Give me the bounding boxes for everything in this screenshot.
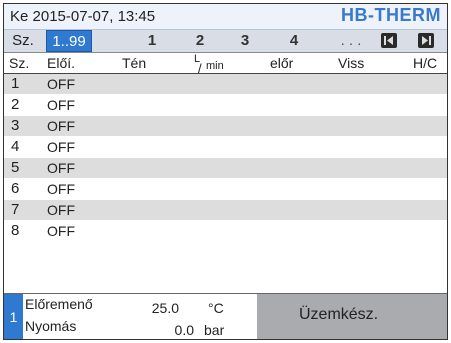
- table-row[interactable]: 6 OFF: [4, 179, 447, 200]
- controller-screen: Ke 2015-07-07, 13:45 HB-THERM Sz. 1..99 …: [3, 3, 448, 340]
- col-header-setpoint: Előí.: [47, 55, 76, 71]
- row-status: OFF: [47, 76, 75, 92]
- row-status: OFF: [47, 202, 75, 218]
- row-unit-number: 8: [11, 222, 20, 239]
- operating-status-text: Üzemkész.: [299, 306, 379, 323]
- datetime-display: Ke 2015-07-07, 13:45: [10, 8, 156, 25]
- skip-back-icon: [384, 36, 393, 45]
- row-status: OFF: [47, 139, 75, 155]
- table-row[interactable]: 3 OFF: [4, 116, 447, 137]
- row-unit-number: 2: [11, 96, 20, 113]
- row-status: OFF: [47, 181, 75, 197]
- nav-last-button[interactable]: [418, 33, 434, 48]
- operating-status-panel: Üzemkész.: [257, 294, 447, 339]
- active-unit-badge[interactable]: 1: [4, 294, 23, 339]
- forward-temp-value: 25.0: [151, 300, 179, 316]
- brand-logo: HB-THERM: [341, 5, 441, 25]
- tab-unit-3[interactable]: 3: [236, 30, 254, 52]
- skip-forward-icon: [422, 36, 431, 45]
- tab-range-1-99[interactable]: 1..99: [46, 30, 92, 52]
- nav-first-button[interactable]: [381, 33, 397, 48]
- col-header-actual: Tén: [122, 55, 147, 71]
- unit-readout-panel: Előremenő 25.0 °C Nyomás 0.0 bar: [24, 294, 255, 339]
- pressure-unit: bar: [204, 322, 225, 338]
- unit-list: 1 OFF 2 OFF 3 OFF 4 OFF 5 OFF 6 OFF 7 OF…: [4, 74, 447, 242]
- row-unit-number: 5: [11, 159, 20, 176]
- tab-unit-4[interactable]: 4: [285, 30, 303, 52]
- status-header: Ke 2015-07-07, 13:45 HB-THERM: [4, 4, 447, 30]
- table-row[interactable]: 5 OFF: [4, 158, 447, 179]
- tab-more[interactable]: . . .: [334, 30, 368, 52]
- col-header-forward: előr: [270, 55, 294, 71]
- row-status: OFF: [47, 223, 75, 239]
- table-header: Sz. Előí. Tén L / min előr Viss H/C: [4, 53, 447, 76]
- tab-unit-1[interactable]: 1: [143, 30, 161, 52]
- tab-unit-2[interactable]: 2: [191, 30, 209, 52]
- pressure-label: Nyomás: [25, 318, 77, 334]
- row-unit-number: 1: [11, 75, 20, 92]
- row-unit-number: 4: [11, 138, 20, 155]
- pressure-value: 0.0: [174, 322, 194, 338]
- table-row[interactable]: 8 OFF: [4, 221, 447, 242]
- col-header-hc: H/C: [413, 55, 438, 71]
- row-unit-number: 7: [11, 201, 20, 218]
- row-status: OFF: [47, 160, 75, 176]
- table-row[interactable]: 4 OFF: [4, 137, 447, 158]
- tab-sz-label: Sz.: [12, 32, 34, 49]
- status-footer: 1 Előremenő 25.0 °C Nyomás 0.0 bar Üzemk…: [4, 293, 447, 339]
- table-row[interactable]: 2 OFF: [4, 95, 447, 116]
- col-header-flow: L / min: [194, 53, 224, 76]
- table-row[interactable]: 1 OFF: [4, 74, 447, 95]
- col-header-return: Viss: [338, 55, 365, 71]
- row-status: OFF: [47, 97, 75, 113]
- table-row[interactable]: 7 OFF: [4, 200, 447, 221]
- row-unit-number: 6: [11, 180, 20, 197]
- unit-tab-bar: Sz. 1..99 1 2 3 4 . . .: [4, 30, 447, 53]
- col-header-unit: Sz.: [9, 55, 30, 71]
- row-unit-number: 3: [11, 117, 20, 134]
- flow-unit-denominator: min: [206, 60, 224, 72]
- row-status: OFF: [47, 118, 75, 134]
- forward-temp-label: Előremenő: [25, 296, 93, 312]
- forward-temp-unit: °C: [208, 300, 224, 316]
